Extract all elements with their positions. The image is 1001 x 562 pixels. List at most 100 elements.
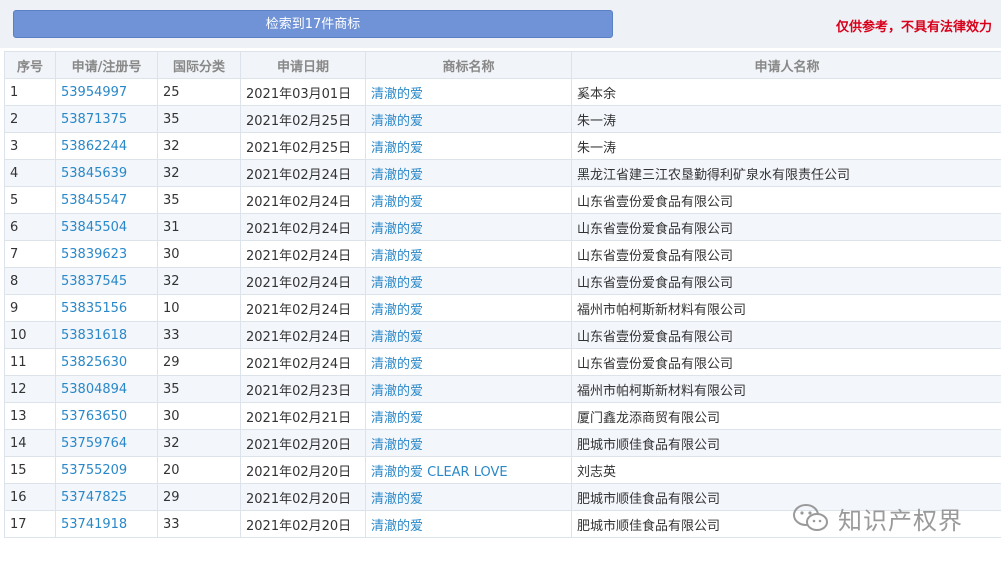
table-row: 4 53845639 32 2021年02月24日 清澈的爱 黑龙江省建三江农垦勤得利矿泉… (4, 159, 1001, 187)
table-row: 7 53839623 30 2021年02月24日 清澈的爱 山东省壹份爱食品有限公司 (4, 240, 1001, 268)
cell-reg-no-link[interactable]: 53763650 (55, 402, 158, 430)
cell-class: 35 (157, 105, 241, 133)
cell-mark-name-link[interactable]: 清澈的爱 (365, 348, 572, 376)
trademark-table: 序号 申请/注册号 国际分类 申请日期 商标名称 申请人名称 1 53954997… (4, 51, 1001, 538)
cell-date: 2021年02月20日 (240, 429, 366, 457)
cell-applicant: 黑龙江省建三江农垦勤得利矿泉水有限责任公司 (571, 159, 1001, 187)
cell-applicant: 肥城市顺佳食品有限公司 (571, 429, 1001, 457)
cell-mark-name-link[interactable]: 清澈的爱 (365, 429, 572, 457)
cell-date: 2021年02月24日 (240, 267, 366, 295)
cell-reg-no-link[interactable]: 53954997 (55, 78, 158, 106)
cell-applicant: 福州市帕柯斯新材料有限公司 (571, 375, 1001, 403)
cell-index: 15 (4, 456, 56, 484)
cell-mark-name-link[interactable]: 清澈的爱 (365, 240, 572, 268)
cell-reg-no-link[interactable]: 53825630 (55, 348, 158, 376)
cell-applicant: 刘志英 (571, 456, 1001, 484)
cell-date: 2021年02月25日 (240, 132, 366, 160)
cell-reg-no-link[interactable]: 53835156 (55, 294, 158, 322)
cell-index: 12 (4, 375, 56, 403)
cell-class: 20 (157, 456, 241, 484)
cell-applicant: 山东省壹份爱食品有限公司 (571, 321, 1001, 349)
cell-mark-name-link[interactable]: 清澈的爱 (365, 78, 572, 106)
cell-index: 8 (4, 267, 56, 295)
cell-date: 2021年02月24日 (240, 348, 366, 376)
cell-class: 32 (157, 429, 241, 457)
cell-applicant: 山东省壹份爱食品有限公司 (571, 240, 1001, 268)
cell-mark-name-link[interactable]: 清澈的爱 (365, 375, 572, 403)
search-result-button[interactable]: 检索到17件商标 (13, 10, 613, 38)
cell-mark-name-link[interactable]: 清澈的爱 (365, 132, 572, 160)
disclaimer-text: 仅供参考，不具有法律效力 (835, 20, 992, 35)
cell-index: 2 (4, 105, 56, 133)
cell-date: 2021年02月24日 (240, 159, 366, 187)
cell-mark-name-link[interactable]: 清澈的爱 (365, 105, 572, 133)
cell-reg-no-link[interactable]: 53741918 (55, 510, 158, 538)
table-row: 13 53763650 30 2021年02月21日 清澈的爱 厦门鑫龙添商贸有限公司 (4, 402, 1001, 430)
table-row: 6 53845504 31 2021年02月24日 清澈的爱 山东省壹份爱食品有限公司 (4, 213, 1001, 241)
watermark: 知识产权界 (792, 500, 992, 536)
cell-date: 2021年02月20日 (240, 483, 366, 511)
table-row: 12 53804894 35 2021年02月23日 清澈的爱 福州市帕柯斯新材料有限公司 (4, 375, 1001, 403)
cell-applicant: 朱一涛 (571, 132, 1001, 160)
cell-mark-name-link[interactable]: 清澈的爱 (365, 321, 572, 349)
col-header-reg-no: 申请/注册号 (55, 51, 158, 79)
cell-date: 2021年02月24日 (240, 240, 366, 268)
cell-reg-no-link[interactable]: 53759764 (55, 429, 158, 457)
cell-applicant: 山东省壹份爱食品有限公司 (571, 213, 1001, 241)
cell-applicant: 朱一涛 (571, 105, 1001, 133)
cell-class: 32 (157, 132, 241, 160)
cell-class: 35 (157, 375, 241, 403)
cell-index: 1 (4, 78, 56, 106)
table-row: 2 53871375 35 2021年02月25日 清澈的爱 朱一涛 (4, 105, 1001, 133)
table-row: 14 53759764 32 2021年02月20日 清澈的爱 肥城市顺佳食品有限公司 (4, 429, 1001, 457)
cell-date: 2021年02月25日 (240, 105, 366, 133)
cell-class: 29 (157, 348, 241, 376)
cell-reg-no-link[interactable]: 53839623 (55, 240, 158, 268)
cell-reg-no-link[interactable]: 53862244 (55, 132, 158, 160)
cell-index: 16 (4, 483, 56, 511)
cell-mark-name-link[interactable]: 清澈的爱 (365, 159, 572, 187)
table-row: 11 53825630 29 2021年02月24日 清澈的爱 山东省壹份爱食品有限公司 (4, 348, 1001, 376)
cell-date: 2021年02月24日 (240, 213, 366, 241)
cell-class: 10 (157, 294, 241, 322)
table-row: 9 53835156 10 2021年02月24日 清澈的爱 福州市帕柯斯新材料有限公司 (4, 294, 1001, 322)
cell-class: 29 (157, 483, 241, 511)
cell-applicant: 福州市帕柯斯新材料有限公司 (571, 294, 1001, 322)
cell-applicant: 山东省壹份爱食品有限公司 (571, 267, 1001, 295)
cell-index: 10 (4, 321, 56, 349)
table-row: 5 53845547 35 2021年02月24日 清澈的爱 山东省壹份爱食品有限公司 (4, 186, 1001, 214)
cell-date: 2021年02月20日 (240, 456, 366, 484)
cell-reg-no-link[interactable]: 53747825 (55, 483, 158, 511)
cell-mark-name-link[interactable]: 清澈的爱 CLEAR LOVE (365, 456, 572, 484)
table-row: 15 53755209 20 2021年02月20日 清澈的爱 CLEAR LOVE 刘志… (4, 456, 1001, 484)
cell-applicant: 奚本余 (571, 78, 1001, 106)
cell-date: 2021年02月24日 (240, 186, 366, 214)
cell-applicant: 山东省壹份爱食品有限公司 (571, 186, 1001, 214)
cell-mark-name-link[interactable]: 清澈的爱 (365, 213, 572, 241)
cell-reg-no-link[interactable]: 53845639 (55, 159, 158, 187)
cell-reg-no-link[interactable]: 53845547 (55, 186, 158, 214)
cell-reg-no-link[interactable]: 53837545 (55, 267, 158, 295)
cell-reg-no-link[interactable]: 53871375 (55, 105, 158, 133)
cell-reg-no-link[interactable]: 53845504 (55, 213, 158, 241)
cell-mark-name-link[interactable]: 清澈的爱 (365, 267, 572, 295)
cell-index: 14 (4, 429, 56, 457)
cell-class: 30 (157, 240, 241, 268)
cell-mark-name-link[interactable]: 清澈的爱 (365, 294, 572, 322)
cell-mark-name-link[interactable]: 清澈的爱 (365, 483, 572, 511)
cell-date: 2021年02月24日 (240, 321, 366, 349)
cell-class: 33 (157, 510, 241, 538)
cell-reg-no-link[interactable]: 53755209 (55, 456, 158, 484)
cell-index: 6 (4, 213, 56, 241)
col-header-date: 申请日期 (240, 51, 366, 79)
watermark-text: 知识产权界 (838, 506, 963, 535)
col-header-mark-name: 商标名称 (365, 51, 572, 79)
cell-reg-no-link[interactable]: 53804894 (55, 375, 158, 403)
cell-mark-name-link[interactable]: 清澈的爱 (365, 510, 572, 538)
cell-reg-no-link[interactable]: 53831618 (55, 321, 158, 349)
cell-mark-name-link[interactable]: 清澈的爱 (365, 186, 572, 214)
cell-mark-name-link[interactable]: 清澈的爱 (365, 402, 572, 430)
cell-date: 2021年03月01日 (240, 78, 366, 106)
cell-index: 17 (4, 510, 56, 538)
cell-class: 32 (157, 267, 241, 295)
